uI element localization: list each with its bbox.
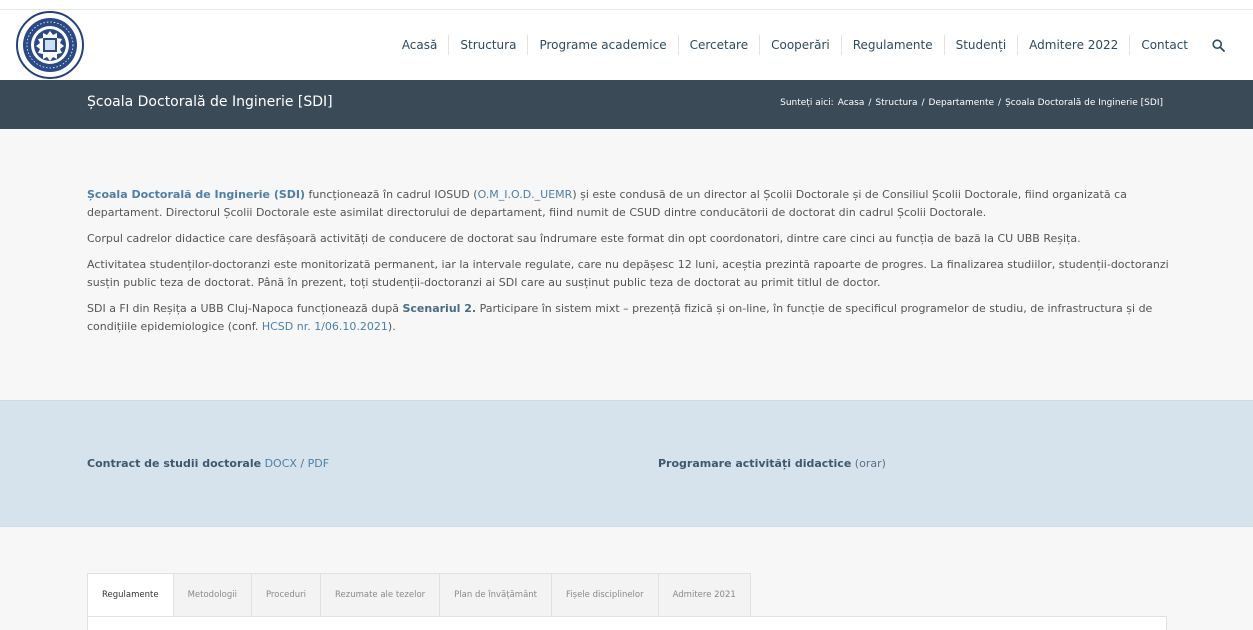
contract-title: Contract de studii doctorale xyxy=(87,457,262,470)
intro-paragraph-3: Activitatea studenților-doctoranzi este … xyxy=(87,258,1169,289)
tab-panel xyxy=(87,616,1167,630)
search-icon xyxy=(1211,38,1225,52)
nav-item-contact[interactable]: Contact xyxy=(1129,35,1199,55)
nav-item-acasa[interactable]: Acasă xyxy=(391,35,449,55)
intro-paragraph-2: Corpul cadrelor didactice care desfășoar… xyxy=(87,232,1081,245)
page-title: Școala Doctorală de Inginerie [SDI] xyxy=(87,94,333,110)
nav-item-cooperari[interactable]: Cooperări xyxy=(759,35,841,55)
sdi-link[interactable]: Școala Doctorală de Inginerie (SDI) xyxy=(87,188,305,201)
documents-band: Contract de studii doctorale DOCX / PDF … xyxy=(0,400,1253,527)
scenario-label: Scenariul 2. xyxy=(402,302,477,315)
intro-text: funcționează în cadrul IOSUD ( xyxy=(305,188,478,201)
documents-tabs: Regulamente Metodologii Proceduri Rezuma… xyxy=(87,573,751,617)
intro-paragraph-1: Școala Doctorală de Inginerie (SDI) func… xyxy=(87,186,1177,222)
intro-content: Școala Doctorală de Inginerie (SDI) func… xyxy=(87,186,1177,344)
tab-metodologii[interactable]: Metodologii xyxy=(173,573,252,617)
nav-item-structura[interactable]: Structura xyxy=(448,35,527,55)
breadcrumb-separator: / xyxy=(998,98,1002,108)
title-bar: Școala Doctorală de Inginerie [SDI] Sunt… xyxy=(0,80,1253,129)
tab-admitere-2021[interactable]: Admitere 2021 xyxy=(658,573,751,617)
breadcrumb-item-acasa[interactable]: Acasa xyxy=(838,98,865,108)
contract-docx-link[interactable]: DOCX xyxy=(265,457,297,470)
schedule-links: Programare activități didactice (orar) xyxy=(658,457,886,470)
top-strip xyxy=(0,0,1253,10)
contract-pdf-link[interactable]: PDF xyxy=(308,457,329,470)
faculty-logo[interactable] xyxy=(14,10,86,80)
search-button[interactable] xyxy=(1201,35,1235,55)
contract-doc-links: Contract de studii doctorale DOCX / PDF xyxy=(87,457,329,470)
breadcrumb: Sunteți aici: Acasa / Structura / Depart… xyxy=(780,98,1163,108)
intro-text: ). xyxy=(387,320,396,333)
tab-regulamente[interactable]: Regulamente xyxy=(87,573,174,617)
tab-fisele-disciplinelor[interactable]: Fișele disciplinelor xyxy=(552,573,659,617)
hcsd-link[interactable]: HCSD nr. 1/06.10.2021 xyxy=(262,320,388,333)
link-separator: / xyxy=(296,457,308,470)
om-iod-uemr-link[interactable]: O.M_I.O.D._UEMR xyxy=(478,188,573,201)
nav-item-regulamente[interactable]: Regulamente xyxy=(840,35,944,55)
schedule-link[interactable]: Programare activități didactice xyxy=(658,457,851,470)
breadcrumb-item-structura[interactable]: Structura xyxy=(875,98,917,108)
breadcrumb-prefix: Sunteți aici: xyxy=(780,98,834,108)
intro-text: SDI a FI din Reșița a UBB Cluj-Napoca fu… xyxy=(87,302,403,315)
nav-item-admitere-2022[interactable]: Admitere 2022 xyxy=(1017,35,1129,55)
tab-plan-invatamant[interactable]: Plan de învățământ xyxy=(440,573,553,617)
intro-paragraph-4: SDI a FI din Reșița a UBB Cluj-Napoca fu… xyxy=(87,300,1177,336)
site-header: Acasă Structura Programe academice Cerce… xyxy=(0,10,1253,80)
breadcrumb-separator: / xyxy=(868,98,872,108)
nav-item-studenti[interactable]: Studenți xyxy=(943,35,1018,55)
schedule-orar-label: (orar) xyxy=(854,457,886,470)
nav-item-cercetare[interactable]: Cercetare xyxy=(677,35,760,55)
faculty-seal-icon xyxy=(16,11,84,79)
breadcrumb-item-departamente[interactable]: Departamente xyxy=(929,98,995,108)
main-nav: Acasă Structura Programe academice Cerce… xyxy=(391,10,1235,80)
nav-item-programe-academice[interactable]: Programe academice xyxy=(527,35,677,55)
tab-rezumate-teze[interactable]: Rezumate ale tezelor xyxy=(320,573,441,617)
breadcrumb-separator: / xyxy=(921,98,925,108)
tab-proceduri[interactable]: Proceduri xyxy=(251,573,321,617)
breadcrumb-current: Școala Doctorală de Inginerie [SDI] xyxy=(1005,98,1163,108)
